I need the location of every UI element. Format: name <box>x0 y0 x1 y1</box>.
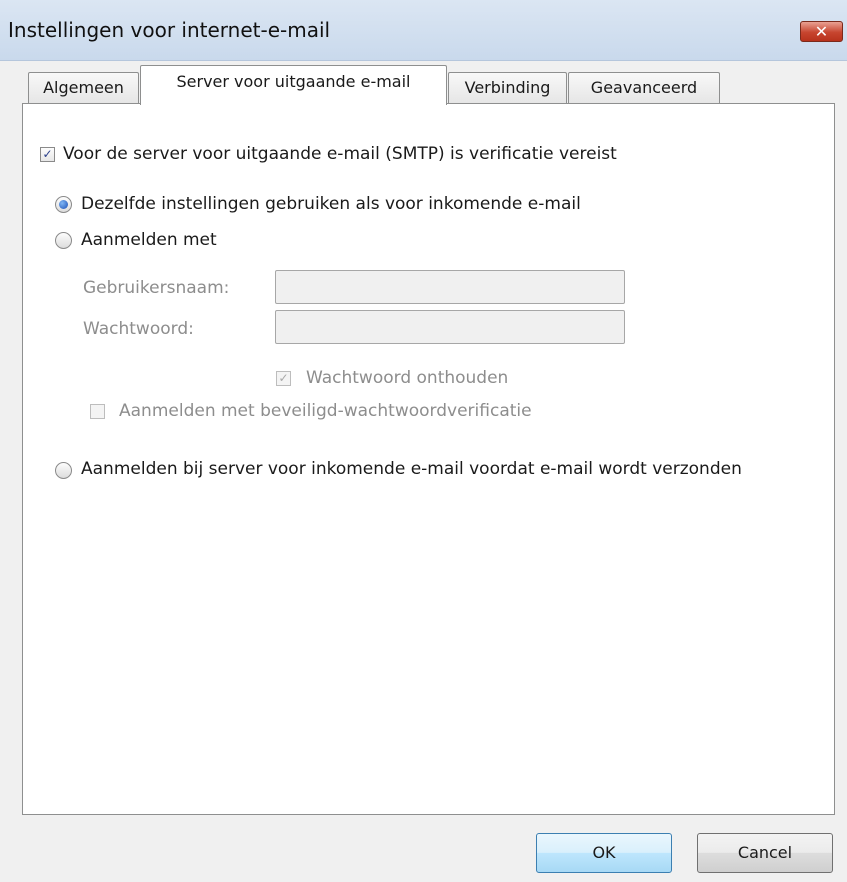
tab-verbinding[interactable]: Verbinding <box>448 72 567 103</box>
spa-checkbox[interactable] <box>90 404 105 419</box>
password-label: Wachtwoord: <box>83 319 194 339</box>
remember-password-label: Wachtwoord onthouden <box>306 368 509 388</box>
dialog-body: Algemeen Server voor uitgaande e-mail Ve… <box>0 61 847 882</box>
spa-label: Aanmelden met beveiligd-wachtwoordverifi… <box>119 401 532 421</box>
window-title: Instellingen voor internet-e-mail <box>8 18 331 42</box>
radio-login-with-label: Aanmelden met <box>81 230 217 250</box>
radio-same-settings-label: Dezelfde instellingen gebruiken als voor… <box>81 194 581 214</box>
title-bar: Instellingen voor internet-e-mail ✕ <box>0 0 847 61</box>
smtp-auth-label: Voor de server voor uitgaande e-mail (SM… <box>63 144 617 164</box>
radio-login-incoming-first-label: Aanmelden bij server voor inkomende e-ma… <box>81 459 742 479</box>
ok-button[interactable]: OK <box>536 833 672 873</box>
tab-panel: ✓ Voor de server voor uitgaande e-mail (… <box>22 103 835 815</box>
username-label: Gebruikersnaam: <box>83 278 230 298</box>
remember-password-checkbox[interactable]: ✓ <box>276 371 291 386</box>
radio-login-incoming-first[interactable] <box>55 462 72 479</box>
cancel-button[interactable]: Cancel <box>697 833 833 873</box>
smtp-auth-checkbox[interactable]: ✓ <box>40 147 55 162</box>
tab-algemeen[interactable]: Algemeen <box>28 72 139 103</box>
tab-server-uitgaande-email[interactable]: Server voor uitgaande e-mail <box>140 65 447 105</box>
radio-login-with[interactable] <box>55 232 72 249</box>
close-icon[interactable]: ✕ <box>800 21 843 42</box>
radio-same-settings[interactable] <box>55 196 72 213</box>
password-input[interactable] <box>275 310 625 344</box>
username-input[interactable] <box>275 270 625 304</box>
tab-geavanceerd[interactable]: Geavanceerd <box>568 72 720 103</box>
